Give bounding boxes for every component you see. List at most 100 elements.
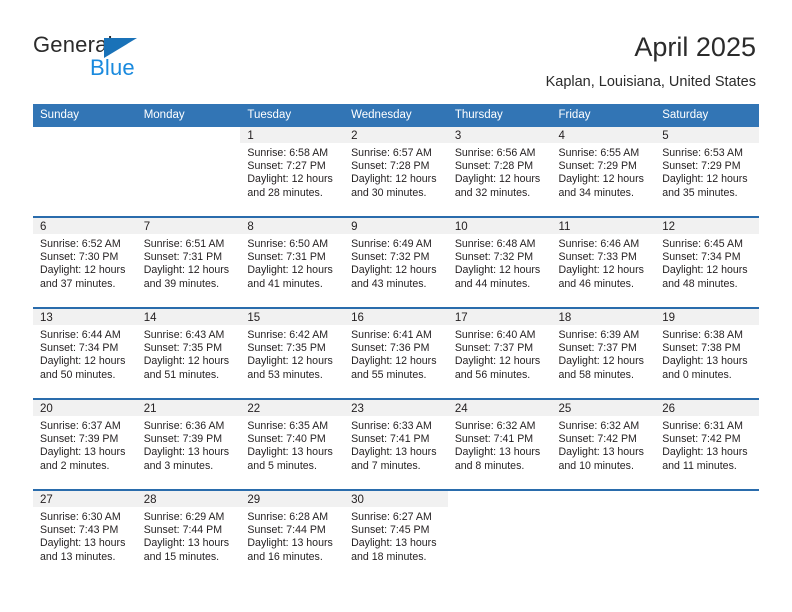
day-cell: 22 Sunrise: 6:35 AM Sunset: 7:40 PM Dayligh… (240, 400, 345, 489)
daylight-text-line2: and 51 minutes. (143, 368, 220, 381)
weekday-header-wednesday: Wednesday (344, 104, 448, 127)
day-details: Sunrise: 6:57 AM Sunset: 7:28 PM Daylight:… (344, 143, 448, 200)
calendar-cell[interactable]: 23 Sunrise: 6:33 AM Sunset: 7:41 PM Dayligh… (344, 398, 448, 490)
day-number: 3 (447, 127, 552, 143)
day-details: Sunrise: 6:35 AM Sunset: 7:40 PM Daylight:… (240, 416, 344, 473)
sunset-text: Sunset: 7:37 PM (454, 342, 534, 355)
daylight-text-line1: Daylight: 12 hours (143, 355, 230, 368)
calendar-cell[interactable]: 21 Sunrise: 6:36 AM Sunset: 7:39 PM Dayligh… (136, 398, 241, 490)
daylight-text-line2: and 34 minutes. (558, 186, 634, 199)
calendar-cell[interactable]: 16 Sunrise: 6:41 AM Sunset: 7:36 PM Dayligh… (344, 307, 448, 399)
sunset-text: Sunset: 7:34 PM (40, 342, 119, 355)
day-number: 10 (447, 218, 552, 234)
sunrise-text: Sunrise: 6:44 AM (40, 329, 121, 341)
day-cell: 17 Sunrise: 6:40 AM Sunset: 7:37 PM Dayligh… (447, 309, 552, 398)
calendar-cell[interactable]: 9 Sunrise: 6:49 AM Sunset: 7:32 PM Daylight… (344, 216, 448, 308)
day-details: Sunrise: 6:55 AM Sunset: 7:29 PM Daylight:… (552, 143, 656, 200)
daylight-text-line2: and 15 minutes. (143, 550, 220, 563)
day-cell: 18 Sunrise: 6:39 AM Sunset: 7:37 PM Dayligh… (551, 309, 656, 398)
sunrise-text: Sunrise: 6:41 AM (351, 329, 432, 341)
day-details: Sunrise: 6:32 AM Sunset: 7:42 PM Daylight:… (552, 416, 656, 473)
day-cell: 24 Sunrise: 6:32 AM Sunset: 7:41 PM Dayligh… (447, 400, 552, 489)
day-details: Sunrise: 6:43 AM Sunset: 7:35 PM Daylight:… (137, 325, 241, 382)
day-cell: 2 Sunrise: 6:57 AM Sunset: 7:28 PM Daylight… (344, 127, 448, 216)
sunset-text: Sunset: 7:31 PM (143, 251, 223, 264)
logo-text-blue: Blue (90, 55, 135, 80)
daylight-text-line2: and 28 minutes. (247, 186, 323, 199)
daylight-text-line2: and 43 minutes. (351, 277, 427, 290)
calendar-cell[interactable]: 8 Sunrise: 6:50 AM Sunset: 7:31 PM Daylight… (240, 216, 345, 308)
calendar-cell[interactable]: 4 Sunrise: 6:55 AM Sunset: 7:29 PM Daylight… (551, 127, 656, 217)
calendar-cell[interactable]: 29 Sunrise: 6:28 AM Sunset: 7:44 PM Dayligh… (240, 489, 345, 580)
calendar-cell[interactable]: 17 Sunrise: 6:40 AM Sunset: 7:37 PM Dayligh… (447, 307, 552, 399)
daylight-text-line1: Daylight: 12 hours (351, 173, 437, 186)
day-number: 6 (33, 218, 137, 234)
calendar-cell[interactable]: 20 Sunrise: 6:37 AM Sunset: 7:39 PM Dayligh… (33, 398, 137, 490)
day-cell: 1 Sunrise: 6:58 AM Sunset: 7:27 PM Daylight… (240, 127, 345, 216)
day-number: 14 (136, 309, 241, 325)
daylight-text-line1: Daylight: 12 hours (454, 264, 541, 277)
general-blue-logo[interactable]: General Blue (33, 32, 233, 80)
calendar-cell[interactable]: 18 Sunrise: 6:39 AM Sunset: 7:37 PM Dayligh… (551, 307, 656, 399)
daylight-text-line1: Daylight: 13 hours (143, 537, 230, 550)
calendar-cell[interactable]: 7 Sunrise: 6:51 AM Sunset: 7:31 PM Daylight… (136, 216, 241, 308)
day-details: Sunrise: 6:53 AM Sunset: 7:29 PM Daylight:… (655, 143, 759, 200)
calendar-cell[interactable]: 25 Sunrise: 6:32 AM Sunset: 7:42 PM Dayligh… (551, 398, 656, 490)
calendar-cell[interactable]: 22 Sunrise: 6:35 AM Sunset: 7:40 PM Dayligh… (240, 398, 345, 490)
calendar-cell[interactable]: 13 Sunrise: 6:44 AM Sunset: 7:34 PM Dayligh… (33, 307, 137, 399)
day-details: Sunrise: 6:40 AM Sunset: 7:37 PM Daylight:… (448, 325, 552, 382)
day-details: Sunrise: 6:28 AM Sunset: 7:44 PM Daylight:… (240, 507, 344, 564)
calendar-cell[interactable]: 24 Sunrise: 6:32 AM Sunset: 7:41 PM Dayligh… (447, 398, 552, 490)
daylight-text-line1: Daylight: 12 hours (558, 264, 644, 277)
daylight-text-line1: Daylight: 12 hours (351, 355, 437, 368)
daylight-text-line2: and 0 minutes. (662, 368, 732, 381)
daylight-text-line1: Daylight: 12 hours (662, 264, 748, 277)
day-number: 13 (33, 309, 137, 325)
sunrise-text: Sunrise: 6:53 AM (662, 147, 743, 159)
calendar-cell[interactable]: 3 Sunrise: 6:56 AM Sunset: 7:28 PM Daylight… (447, 127, 552, 217)
calendar-cell[interactable]: 26 Sunrise: 6:31 AM Sunset: 7:42 PM Dayligh… (655, 398, 759, 490)
day-details: Sunrise: 6:30 AM Sunset: 7:43 PM Daylight:… (33, 507, 137, 564)
day-details: Sunrise: 6:52 AM Sunset: 7:30 PM Daylight:… (33, 234, 137, 291)
calendar-cell[interactable]: 2 Sunrise: 6:57 AM Sunset: 7:28 PM Daylight… (344, 127, 448, 217)
day-number (655, 491, 759, 507)
day-number: 15 (240, 309, 345, 325)
day-cell: 25 Sunrise: 6:32 AM Sunset: 7:42 PM Dayligh… (551, 400, 656, 489)
calendar-cell[interactable]: 11 Sunrise: 6:46 AM Sunset: 7:33 PM Dayligh… (551, 216, 656, 308)
sunset-text: Sunset: 7:41 PM (454, 433, 534, 446)
calendar-cell[interactable]: 28 Sunrise: 6:29 AM Sunset: 7:44 PM Dayligh… (136, 489, 241, 580)
calendar-cell[interactable]: 5 Sunrise: 6:53 AM Sunset: 7:29 PM Daylight… (655, 127, 759, 217)
daylight-text-line1: Daylight: 12 hours (247, 355, 333, 368)
daylight-text-line2: and 3 minutes. (143, 459, 214, 472)
sunset-text: Sunset: 7:32 PM (454, 251, 534, 264)
daylight-text-line1: Daylight: 12 hours (40, 355, 126, 368)
empty-day-cell (448, 491, 552, 580)
day-number: 16 (344, 309, 448, 325)
sunset-text: Sunset: 7:37 PM (558, 342, 637, 355)
calendar-cell[interactable]: 30 Sunrise: 6:27 AM Sunset: 7:45 PM Dayligh… (344, 489, 448, 580)
sunrise-text: Sunrise: 6:38 AM (662, 329, 743, 341)
calendar-cell[interactable]: 27 Sunrise: 6:30 AM Sunset: 7:43 PM Dayligh… (33, 489, 137, 580)
day-details: Sunrise: 6:44 AM Sunset: 7:34 PM Daylight:… (33, 325, 137, 382)
day-cell: 28 Sunrise: 6:29 AM Sunset: 7:44 PM Dayligh… (136, 491, 241, 580)
calendar-cell[interactable]: 6 Sunrise: 6:52 AM Sunset: 7:30 PM Daylight… (33, 216, 137, 308)
calendar-cell[interactable]: 14 Sunrise: 6:43 AM Sunset: 7:35 PM Dayligh… (136, 307, 241, 399)
calendar-cell[interactable]: 12 Sunrise: 6:45 AM Sunset: 7:34 PM Dayligh… (655, 216, 759, 308)
daylight-text-line2: and 16 minutes. (247, 550, 323, 563)
sunrise-text: Sunrise: 6:28 AM (247, 511, 329, 523)
day-details: Sunrise: 6:31 AM Sunset: 7:42 PM Daylight:… (655, 416, 759, 473)
calendar-cell[interactable]: 15 Sunrise: 6:42 AM Sunset: 7:35 PM Dayligh… (240, 307, 345, 399)
sunset-text: Sunset: 7:31 PM (247, 251, 326, 264)
weekday-header-row: Sunday Monday Tuesday Wednesday Thursday… (33, 104, 759, 127)
calendar-cell[interactable]: 19 Sunrise: 6:38 AM Sunset: 7:38 PM Dayligh… (655, 307, 759, 399)
daylight-text-line1: Daylight: 13 hours (247, 446, 333, 459)
day-cell: 29 Sunrise: 6:28 AM Sunset: 7:44 PM Dayligh… (240, 491, 345, 580)
sunset-text: Sunset: 7:34 PM (662, 251, 741, 264)
calendar-cell[interactable]: 1 Sunrise: 6:58 AM Sunset: 7:27 PM Daylight… (240, 127, 345, 217)
day-cell: 7 Sunrise: 6:51 AM Sunset: 7:31 PM Daylight… (136, 218, 241, 307)
day-details: Sunrise: 6:48 AM Sunset: 7:32 PM Daylight:… (448, 234, 552, 291)
calendar-cell[interactable]: 10 Sunrise: 6:48 AM Sunset: 7:32 PM Dayligh… (447, 216, 552, 308)
day-number: 19 (655, 309, 759, 325)
day-cell: 16 Sunrise: 6:41 AM Sunset: 7:36 PM Dayligh… (344, 309, 448, 398)
day-number (448, 491, 552, 507)
